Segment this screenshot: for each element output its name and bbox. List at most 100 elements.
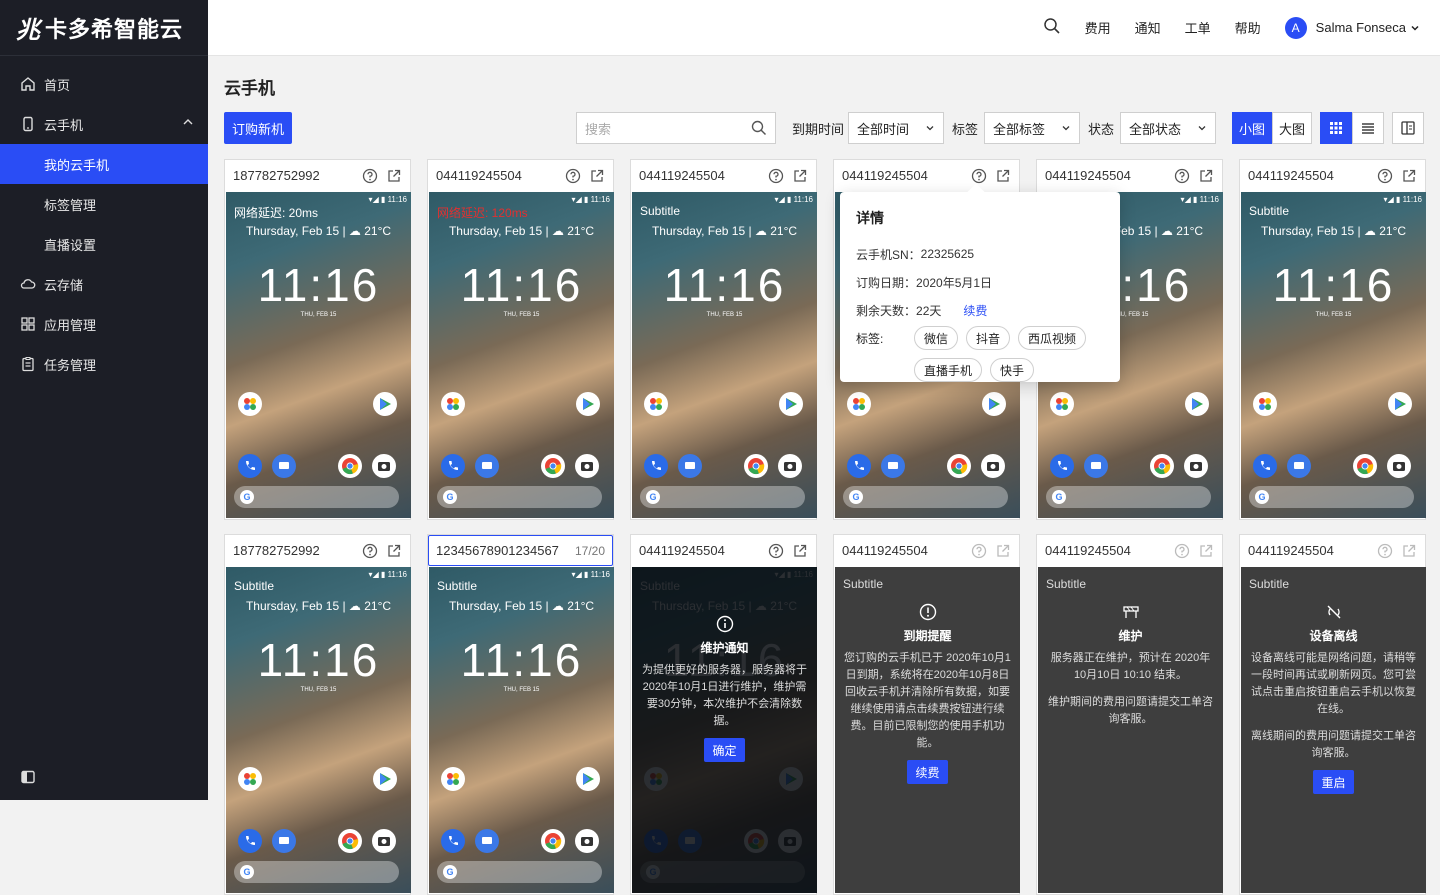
open-external-icon[interactable] <box>386 168 402 184</box>
sidebar-collapse-icon[interactable] <box>20 769 36 788</box>
popover-date-row: 订购日期： 2020年5月1日 <box>856 268 1104 296</box>
tag-chip[interactable]: 快手 <box>990 358 1035 382</box>
open-external-icon[interactable] <box>1401 543 1417 559</box>
phone-screen[interactable]: ▾◢ ▮ 11:16 网络延迟: 20ms Thursday, Feb 15 | ☁… <box>226 192 411 518</box>
help-link[interactable]: 帮助 <box>1235 18 1261 37</box>
overlay-text: 设备离线可能是网络问题，请稍等一段时间再试或刷新网页。您可尝试点击重启按钮重启云… <box>1251 652 1416 715</box>
card-header: 044119245504 <box>834 160 1019 191</box>
phone-screen[interactable]: ▾◢ ▮ 11:16SubtitleThursday, Feb 15 | ☁ 2… <box>226 567 411 893</box>
large-view-button[interactable]: 大图 <box>1272 112 1312 144</box>
photos-app-icon <box>1050 392 1074 416</box>
open-external-icon[interactable] <box>792 168 808 184</box>
sidebar-item-live-settings[interactable]: 直播设置 <box>0 224 208 264</box>
grid-view-icon[interactable] <box>1320 112 1352 144</box>
card-header: 187782752992 <box>225 160 410 191</box>
screen-subtitle: Subtitle <box>234 579 275 593</box>
help-icon[interactable] <box>1377 543 1393 559</box>
order-date-value: 2020年5月1日 <box>916 275 993 290</box>
open-external-icon[interactable] <box>1401 168 1417 184</box>
help-icon[interactable] <box>565 168 581 184</box>
phone-card: 044119245504 ▾◢ ▮ 11:16 网络延迟: 120ms Thursda… <box>427 159 614 520</box>
status-filter-select[interactable]: 全部状态 <box>1120 112 1216 144</box>
maintenance-barrier-icon <box>1046 603 1215 621</box>
photos-app-icon <box>644 392 668 416</box>
lockscreen-time: 11:16 <box>257 259 380 311</box>
help-icon[interactable] <box>362 543 378 559</box>
phone-serial: 044119245504 <box>639 543 725 558</box>
open-external-icon[interactable] <box>386 543 402 559</box>
renew-link[interactable]: 续费 <box>963 302 987 319</box>
expire-filter-select[interactable]: 全部时间 <box>848 112 944 144</box>
help-icon[interactable] <box>971 543 987 559</box>
main-content: 云手机 订购新机 搜索 到期时间 全部时间 标签 全部标签 状态 全部状态 小图… <box>208 56 1440 895</box>
phone-screen[interactable]: ▾◢ ▮ 11:16SubtitleThursday, Feb 15 | ☁ 2… <box>632 192 817 518</box>
phone-card: 187782752992 ▾◢ ▮ 11:16 网络延迟: 20ms Thursday… <box>224 159 411 520</box>
tickets-link[interactable]: 工单 <box>1185 18 1211 37</box>
help-icon[interactable] <box>1377 168 1393 184</box>
sidebar-item-app-management[interactable]: 应用管理 <box>0 304 208 344</box>
phone-app-icon <box>1253 454 1277 478</box>
buy-new-phone-button[interactable]: 订购新机 <box>224 112 293 144</box>
chrome-app-icon <box>338 829 362 853</box>
help-icon[interactable] <box>768 543 784 559</box>
phone-screen[interactable]: ▾◢ ▮ 11:16SubtitleThursday, Feb 15 | ☁ 2… <box>1241 192 1426 518</box>
phone-serial: 044119245504 <box>639 168 725 183</box>
google-search-bar: G <box>234 486 399 508</box>
sidebar-item-task-management[interactable]: 任务管理 <box>0 344 208 384</box>
user-menu[interactable]: A Salma Fonseca <box>1284 16 1420 39</box>
serial-edit-input[interactable]: 12345678901234567 17/20 <box>428 535 613 566</box>
google-icon: G <box>646 490 660 504</box>
open-external-icon[interactable] <box>792 543 808 559</box>
help-icon[interactable] <box>1174 168 1190 184</box>
google-search-bar: G <box>1249 486 1414 508</box>
notifications-link[interactable]: 通知 <box>1135 18 1161 37</box>
photos-app-icon <box>1253 392 1277 416</box>
phone-serial: 044119245504 <box>842 543 928 558</box>
chrome-app-icon <box>541 829 565 853</box>
sidebar-item-label: 直播设置 <box>44 237 97 253</box>
overlay-action-button[interactable]: 续费 <box>907 760 948 784</box>
overlay-title: 到期提醒 <box>903 629 952 643</box>
help-icon[interactable] <box>768 168 784 184</box>
phone-serial: 187782752992 <box>233 168 320 183</box>
sidebar-item-tag-management[interactable]: 标签管理 <box>0 184 208 224</box>
google-search-bar: G <box>234 861 399 883</box>
overlay-action-button[interactable]: 确定 <box>704 738 745 762</box>
sidebar-item-home[interactable]: 首页 <box>0 64 208 104</box>
tag-chip[interactable]: 西瓜视频 <box>1018 326 1087 350</box>
camera-app-icon <box>1184 454 1208 478</box>
brand-logo[interactable]: 兆 卡多希智能云 <box>0 0 208 56</box>
open-external-icon[interactable] <box>995 543 1011 559</box>
tag-chip[interactable]: 抖音 <box>966 326 1011 350</box>
popover-days-row: 剩余天数： 22天 续费 <box>856 296 1104 324</box>
tag-chip[interactable]: 直播手机 <box>914 358 983 382</box>
search-input[interactable]: 搜索 <box>576 112 776 144</box>
panel-toggle-icon[interactable] <box>1392 112 1424 144</box>
phone-app-icon <box>441 454 465 478</box>
open-external-icon[interactable] <box>1198 543 1214 559</box>
billing-link[interactable]: 费用 <box>1085 18 1111 37</box>
overlay-action-button[interactable]: 重启 <box>1313 770 1354 794</box>
help-icon[interactable] <box>971 168 987 184</box>
help-icon[interactable] <box>362 168 378 184</box>
messages-app-icon <box>881 454 905 478</box>
phone-screen[interactable]: ▾◢ ▮ 11:16SubtitleThursday, Feb 15 | ☁ 2… <box>429 567 614 893</box>
search-icon[interactable] <box>1043 17 1061 38</box>
tag-chip[interactable]: 微信 <box>914 326 959 350</box>
open-external-icon[interactable] <box>995 168 1011 184</box>
sidebar-item-cloud-storage[interactable]: 云存储 <box>0 264 208 304</box>
logo-mark: 兆 <box>16 17 41 44</box>
messages-app-icon <box>272 829 296 853</box>
top-bar: 费用 通知 工单 帮助 A Salma Fonseca <box>208 0 1440 56</box>
sidebar-item-cloud-phone[interactable]: 云手机 <box>0 104 208 144</box>
open-external-icon[interactable] <box>1198 168 1214 184</box>
help-icon[interactable] <box>1174 543 1190 559</box>
open-external-icon[interactable] <box>589 168 605 184</box>
sidebar-item-my-phones[interactable]: 我的云手机 <box>0 144 208 184</box>
brand-name: 卡多希智能云 <box>45 16 184 42</box>
phone-screen[interactable]: ▾◢ ▮ 11:16 网络延迟: 120ms Thursday, Feb 15 | … <box>429 192 614 518</box>
overlay-text-secondary: 维护期间的费用问题请提交工单咨询客服。 <box>1048 696 1213 725</box>
tag-filter-select[interactable]: 全部标签 <box>984 112 1080 144</box>
small-view-button[interactable]: 小图 <box>1232 112 1272 144</box>
list-view-icon[interactable] <box>1352 112 1384 144</box>
